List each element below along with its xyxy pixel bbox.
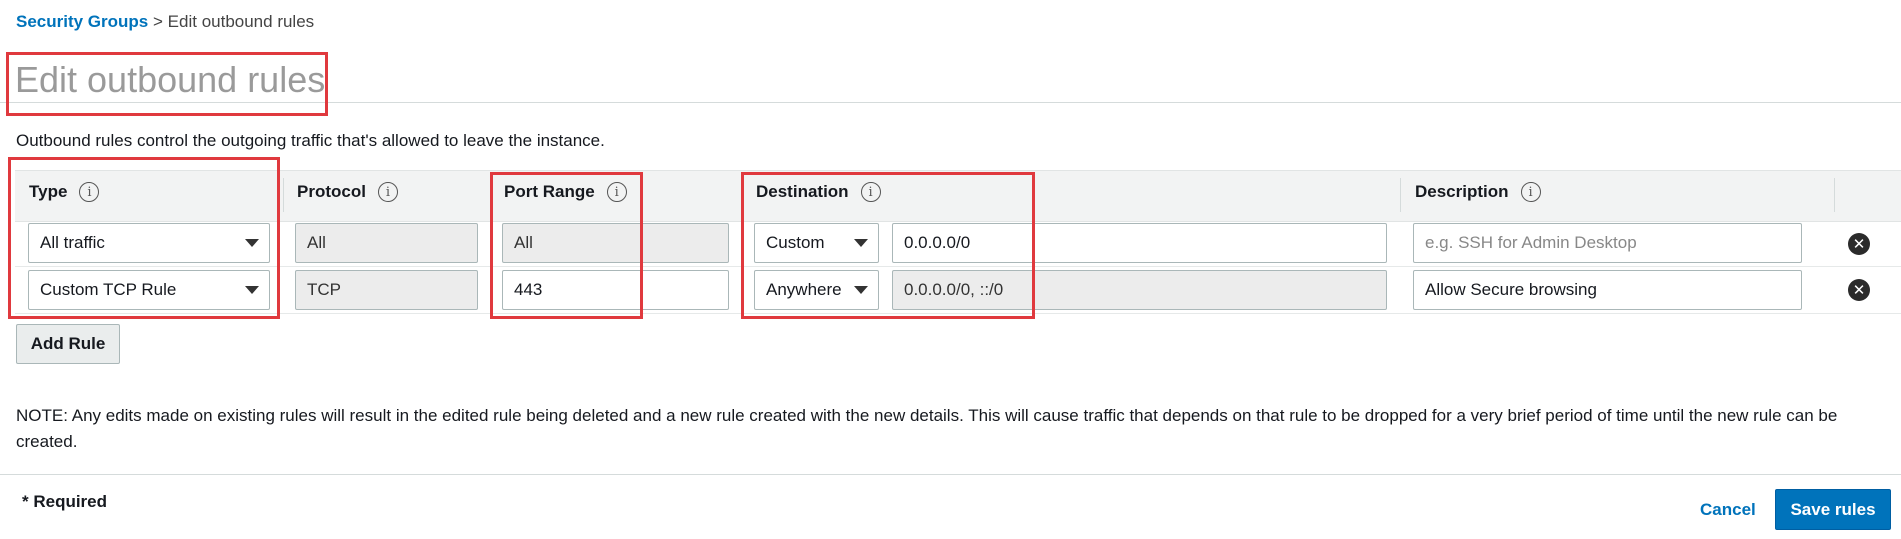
rule-1-destination-mode: Custom [766,233,825,252]
rule-1-destination-select[interactable]: Custom [754,223,879,263]
rule-1-type-value: All traffic [40,233,105,252]
breadcrumb-current: Edit outbound rules [167,12,315,31]
column-header-destination-label: Destination [756,182,849,201]
footer-divider [0,474,1901,475]
rule-1-destination-cidr-input[interactable]: 0.0.0.0/0 [892,223,1387,263]
rule-1-protocol-field: All [295,223,478,263]
info-icon[interactable]: i [377,182,398,202]
column-separator [283,178,284,212]
save-rules-button[interactable]: Save rules [1775,489,1891,530]
rule-2-destination-mode: Anywhere [766,280,842,299]
info-icon[interactable]: i [1520,182,1541,202]
column-header-protocol: Protocol i [297,182,398,202]
column-separator [1400,178,1401,212]
rule-2-destination-select[interactable]: Anywhere [754,270,879,310]
column-header-description-label: Description [1415,182,1509,201]
info-icon[interactable]: i [606,182,627,202]
column-separator [1834,178,1835,212]
column-header-port-range: Port Range i [504,182,627,202]
row-divider [15,313,1901,314]
breadcrumb-separator: > [153,12,163,31]
column-header-destination: Destination i [756,182,881,202]
cancel-button[interactable]: Cancel [1700,500,1756,520]
rule-2-destination-cidr-field: 0.0.0.0/0, ::/0 [892,270,1387,310]
breadcrumb-security-groups-link[interactable]: Security Groups [16,12,148,31]
column-separator [742,178,743,212]
rule-2-type-select[interactable]: Custom TCP Rule [28,270,270,310]
page-title: Edit outbound rules [15,59,326,100]
rule-2-type-value: Custom TCP Rule [40,280,177,299]
column-separator [490,178,491,212]
chevron-down-icon [854,239,868,247]
rule-1-type-select[interactable]: All traffic [28,223,270,263]
chevron-down-icon [245,239,259,247]
rule-2-protocol-field: TCP [295,270,478,310]
required-indicator: * Required [22,492,108,511]
rule-2-port-range-input[interactable]: 443 [502,270,729,310]
rule-2-remove-icon[interactable]: ✕ [1848,279,1870,301]
info-icon[interactable]: i [79,182,100,202]
row-divider [15,266,1901,267]
rule-1-description-input[interactable]: e.g. SSH for Admin Desktop [1413,223,1802,263]
rule-2-description-input[interactable]: Allow Secure browsing [1413,270,1802,310]
column-header-type: Type i [29,182,100,202]
column-header-port-range-label: Port Range [504,182,595,201]
breadcrumb: Security Groups > Edit outbound rules [16,12,314,32]
edit-warning-note: NOTE: Any edits made on existing rules w… [16,406,1838,451]
title-divider [0,102,1901,103]
add-rule-button[interactable]: Add Rule [16,324,120,364]
rule-1-remove-icon[interactable]: ✕ [1848,233,1870,255]
chevron-down-icon [245,286,259,294]
column-header-description: Description i [1415,182,1541,202]
column-header-type-label: Type [29,182,68,201]
rule-1-port-range-field: All [502,223,729,263]
info-icon[interactable]: i [860,182,881,202]
column-header-protocol-label: Protocol [297,182,366,201]
page-subtitle: Outbound rules control the outgoing traf… [16,131,605,150]
chevron-down-icon [854,286,868,294]
